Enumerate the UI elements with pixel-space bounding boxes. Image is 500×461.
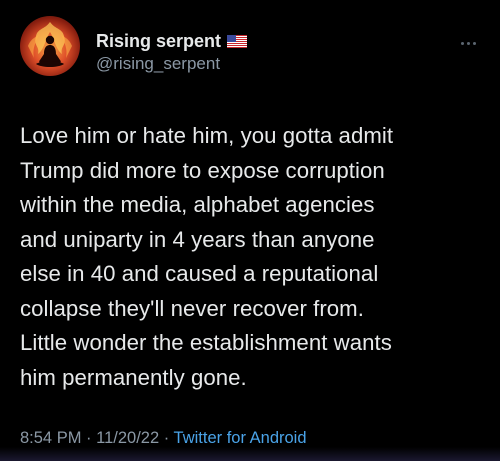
display-name[interactable]: Rising serpent [96, 30, 221, 52]
tweet-card: Rising serpent @rising_serpent Love him … [0, 0, 500, 461]
tweet-time[interactable]: 8:54 PM [20, 429, 81, 447]
more-options-icon[interactable] [456, 36, 480, 50]
tweet-source-link[interactable]: Twitter for Android [174, 429, 307, 447]
tweet-meta: 8:54 PM · 11/20/22 · Twitter for Android [20, 428, 307, 448]
tweet-header: Rising serpent @rising_serpent [20, 16, 480, 76]
meta-separator: · [86, 429, 92, 447]
user-handle[interactable]: @rising_serpent [96, 53, 247, 75]
avatar[interactable] [20, 16, 80, 76]
tweet-text: Love him or hate him, you gotta admit Tr… [20, 123, 394, 390]
tweet-date[interactable]: 11/20/22 [96, 429, 159, 447]
us-flag-icon [227, 34, 248, 48]
flaming-meditating-figure-icon [28, 22, 72, 67]
display-name-row: Rising serpent [96, 30, 248, 52]
meta-separator: · [163, 429, 170, 447]
user-names: Rising serpent @rising_serpent [96, 30, 248, 75]
